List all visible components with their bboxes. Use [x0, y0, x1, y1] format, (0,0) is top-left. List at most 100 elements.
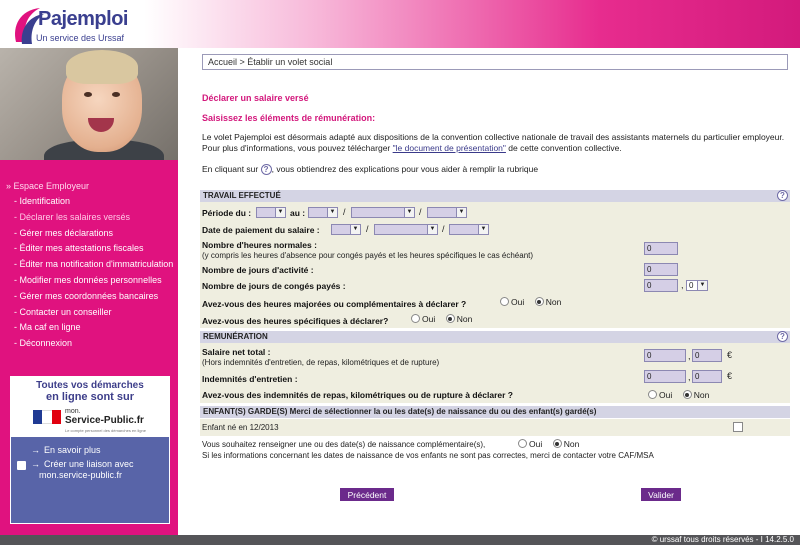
complementaires-non-radio[interactable]: [552, 439, 562, 449]
heures-majorees-non-radio[interactable]: [534, 297, 544, 307]
sp-link-creer-liaison[interactable]: → Créer une liaison avec: [31, 459, 134, 469]
chevron-down-icon: ▼: [456, 208, 466, 217]
help-question-icon[interactable]: ?: [260, 164, 272, 176]
travail-panel: TRAVAIL EFFECTUÉ ? Période du : ▼ au : ▼…: [200, 190, 790, 328]
radio-oui-label: Oui: [511, 296, 525, 307]
heures-specifiques-oui-radio[interactable]: [411, 314, 420, 324]
euro-symbol: €: [727, 350, 733, 360]
radio-oui-label: Oui: [529, 438, 543, 449]
remuneration-panel: REMUNÉRATION ? Salaire net total : (Hors…: [200, 331, 790, 403]
periode-au-day-select[interactable]: ▼: [308, 207, 338, 218]
jours-activite-input[interactable]: 0: [644, 263, 678, 276]
sidebar-menu: » Espace Employeur - Identification - Dé…: [0, 178, 178, 352]
sidebar-item-identification[interactable]: - Identification: [0, 194, 178, 210]
sidebar-item-declarer-salaires[interactable]: - Déclarer les salaires versés: [0, 210, 178, 226]
enfant-1-checkbox[interactable]: [733, 422, 743, 432]
remuneration-help-icon[interactable]: ?: [777, 331, 788, 342]
chevron-down-icon: ▼: [697, 281, 707, 290]
page-title: Déclarer un salaire versé: [202, 93, 309, 103]
service-public-ad[interactable]: Toutes vos démarches en ligne sont sur m…: [11, 377, 169, 437]
presentation-document-link[interactable]: "le document de présentation": [393, 143, 506, 153]
radio-non-label: Non: [456, 313, 473, 324]
valider-button[interactable]: Valider: [641, 488, 681, 501]
indemnites-cents-input[interactable]: 0: [692, 370, 722, 383]
sidebar-item-deconnexion[interactable]: - Déconnexion: [0, 336, 178, 352]
jours-conges-decimal-select[interactable]: 0 ▼: [686, 280, 708, 291]
help-line-pre: En cliquant sur: [202, 164, 261, 174]
heures-normales-input[interactable]: 0: [644, 242, 678, 255]
enfants-panel: ENFANT(S) GARDE(S) Merci de sélectionner…: [200, 406, 790, 462]
sp-link-2-label-a: Créer une liaison avec: [44, 459, 134, 469]
lock-icon: [17, 461, 26, 470]
sp-link-creer-liaison-url[interactable]: mon.service-public.fr: [39, 470, 122, 480]
paiement-month-select[interactable]: ▼: [374, 224, 438, 235]
chevron-down-icon: ▼: [404, 208, 414, 217]
sidebar-item-contacter-conseiller[interactable]: - Contacter un conseiller: [0, 305, 178, 321]
autres-indemnites-radios: Oui Non: [648, 389, 717, 400]
heures-normales-hint: (y compris les heures d'absence pour con…: [202, 251, 534, 260]
sidebar-section-employeur[interactable]: » Espace Employeur: [0, 178, 178, 194]
sidebar-item-gerer-declarations[interactable]: - Gérer mes déclarations: [0, 226, 178, 242]
help-line-post: , vous obtiendrez des explications pour …: [271, 164, 539, 174]
breadcrumb: Accueil > Établir un volet social: [202, 54, 788, 70]
pajemploi-logo[interactable]: Pajemploi Un service des Urssaf: [10, 4, 160, 46]
radio-non-label: Non: [545, 296, 562, 307]
decimal-separator: ,: [688, 351, 691, 361]
sp-link-en-savoir-plus[interactable]: → En savoir plus: [31, 445, 101, 455]
salaire-net-cents-input[interactable]: 0: [692, 349, 722, 362]
jours-conges-input[interactable]: 0: [644, 279, 678, 292]
autres-indemnites-non-radio[interactable]: [682, 390, 692, 400]
heures-specifiques-radios: Oui Non: [411, 313, 480, 324]
enfants-header: ENFANT(S) GARDE(S) Merci de sélectionner…: [203, 407, 597, 416]
complementaires-oui-radio[interactable]: [518, 439, 527, 449]
heures-normales-label: Nombre d'heures normales :: [202, 240, 317, 250]
service-public-banner: Toutes vos démarches en ligne sont sur m…: [10, 376, 170, 524]
french-flag-icon: [33, 410, 61, 424]
paiement-year-select[interactable]: ▼: [449, 224, 489, 235]
sp-headline-1: Toutes vos démarches: [36, 380, 144, 391]
sidebar-item-caf-en-ligne[interactable]: - Ma caf en ligne: [0, 320, 178, 336]
sidebar-item-notification-immatriculation[interactable]: - Éditer ma notification d'immatriculati…: [0, 257, 178, 273]
jours-conges-decimal-value: 0: [689, 281, 694, 290]
radio-non-label: Non: [693, 389, 710, 400]
heures-specifiques-label: Avez-vous des heures spécifiques à décla…: [202, 316, 389, 326]
jours-activite-label: Nombre de jours d'activité :: [202, 265, 314, 275]
sidebar-item-donnees-personnelles[interactable]: - Modifier mes données personnelles: [0, 273, 178, 289]
chevron-down-icon: ▼: [327, 208, 337, 217]
travail-help-icon[interactable]: ?: [777, 190, 788, 201]
decimal-separator: ,: [681, 280, 684, 290]
sidebar: » Espace Employeur - Identification - Dé…: [0, 48, 178, 535]
indemnites-entretien-label: Indemnités d'entretien :: [202, 374, 298, 384]
footer-copyright: © urssaf tous droits réservés - I 14.2.5…: [0, 535, 800, 545]
chevron-down-icon: ▼: [427, 225, 437, 234]
salaire-net-euros-input[interactable]: 0: [644, 349, 686, 362]
indemnites-euros-input[interactable]: 0: [644, 370, 686, 383]
sidebar-item-attestations-fiscales[interactable]: - Éditer mes attestations fiscales: [0, 241, 178, 257]
periode-au-year-select[interactable]: ▼: [427, 207, 467, 218]
paiement-day-select[interactable]: ▼: [331, 224, 361, 235]
autres-indemnites-oui-radio[interactable]: [648, 390, 657, 400]
periode-du-label: Période du :: [202, 208, 252, 218]
child-photo: [0, 48, 178, 160]
heures-majorees-label: Avez-vous des heures majorées ou complém…: [202, 299, 467, 309]
heures-specifiques-non-radio[interactable]: [445, 314, 455, 324]
heures-majorees-oui-radio[interactable]: [500, 297, 509, 307]
remuneration-header: REMUNÉRATION: [203, 332, 268, 341]
sidebar-item-coordonnees-bancaires[interactable]: - Gérer mes coordonnées bancaires: [0, 289, 178, 305]
chevron-down-icon: ▼: [275, 208, 285, 217]
date-separator: /: [442, 224, 445, 234]
chevron-down-icon: ▼: [350, 225, 360, 234]
top-banner: Pajemploi Un service des Urssaf: [0, 0, 800, 48]
periode-au-month-select[interactable]: ▼: [351, 207, 415, 218]
enfant-1-label: Enfant né en 12/2013: [202, 423, 279, 432]
periode-du-day-select[interactable]: ▼: [256, 207, 286, 218]
sp-url-name: Service-Public.fr: [65, 415, 144, 426]
sp-link-1-label: En savoir plus: [44, 445, 101, 455]
sp-small-text: Le compte personnel des démarches en lig…: [65, 428, 146, 433]
precedent-button[interactable]: Précédent: [340, 488, 394, 501]
date-paiement-label: Date de paiement du salaire :: [202, 225, 320, 235]
arrow-right-icon: →: [31, 459, 40, 469]
main-content: Accueil > Établir un volet social Déclar…: [178, 48, 800, 535]
heures-majorees-radios: Oui Non: [500, 296, 569, 307]
complementaires-label: Vous souhaitez renseigner une ou des dat…: [202, 440, 486, 449]
